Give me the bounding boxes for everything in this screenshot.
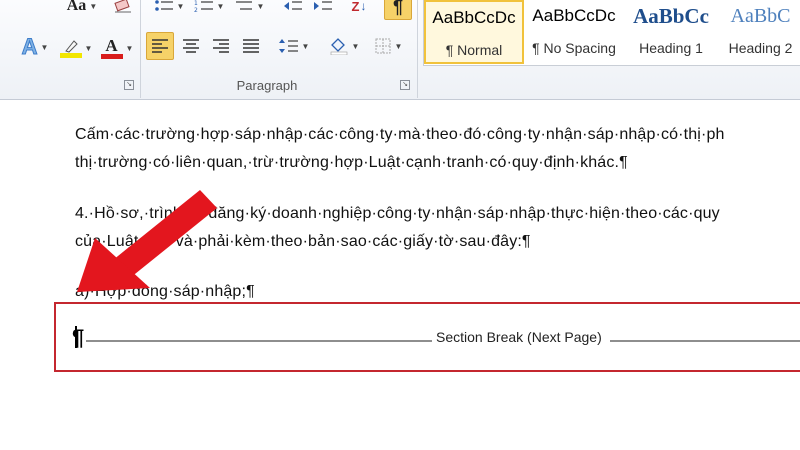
chevron-down-icon: ▼ xyxy=(394,41,403,51)
chevron-down-icon: ▼ xyxy=(256,1,265,11)
increase-indent-button[interactable] xyxy=(310,0,336,18)
increase-indent-icon xyxy=(314,1,332,10)
chevron-down-icon: ▼ xyxy=(40,42,49,52)
style-label: ¶ Normal xyxy=(445,42,503,58)
justify-icon xyxy=(243,39,259,53)
font-color-button[interactable]: A ▼ xyxy=(98,34,136,62)
justify-button[interactable] xyxy=(237,32,265,60)
style-preview: AaBbCcDc xyxy=(532,6,616,25)
paint-bucket-icon xyxy=(330,38,347,55)
group-divider xyxy=(140,0,141,98)
chevron-down-icon: ▼ xyxy=(216,1,225,11)
text-effects-button[interactable]: A ▼ xyxy=(16,34,54,60)
sort-icon: Z xyxy=(351,0,360,14)
font-color-icon: A xyxy=(105,35,118,55)
chevron-down-icon: ▼ xyxy=(84,43,93,53)
text-effects-icon: A xyxy=(21,34,38,60)
chevron-down-icon: ▼ xyxy=(176,1,185,11)
highlighter-icon xyxy=(64,39,78,53)
paragraph-dialog-launcher-icon[interactable]: ↘ xyxy=(400,80,410,90)
style-label: Heading 1 xyxy=(639,40,703,56)
chevron-down-icon: ▼ xyxy=(301,41,310,51)
sort-button[interactable]: Z ↓ xyxy=(346,0,372,18)
decrease-indent-button[interactable] xyxy=(280,0,306,18)
show-formatting-marks-button[interactable]: ¶ xyxy=(384,0,412,20)
line-spacing-icon xyxy=(278,39,298,53)
style-normal[interactable]: AaBbCcDc ¶ Normal xyxy=(424,0,524,64)
numbering-icon: 1 2 xyxy=(194,0,213,14)
pilcrow-icon: ¶ xyxy=(392,0,403,17)
bullets-icon xyxy=(154,0,173,11)
multilevel-list-button[interactable]: ▼ xyxy=(230,0,268,18)
sort-arrow-icon: ↓ xyxy=(360,0,367,13)
paragraph-line: Cấm·các·trường·hợp·sáp·nhập·các·công·ty·… xyxy=(75,126,725,143)
styles-gallery: AaBbCcDc ¶ Normal AaBbCcDc ¶ No Spacing … xyxy=(423,0,800,66)
style-label: ¶ No Spacing xyxy=(532,40,616,56)
section-break-highlight xyxy=(54,302,800,372)
style-label: Heading 2 xyxy=(728,40,793,56)
align-left-button[interactable] xyxy=(146,32,174,60)
style-heading-1[interactable]: AaBbCc Heading 1 xyxy=(624,0,718,64)
clear-formatting-button[interactable] xyxy=(110,0,136,18)
paragraph-line: 4.·Hồ·sơ,·trình·tự·đăng·ký·doanh·nghiệp·… xyxy=(75,205,720,222)
numbering-button[interactable]: 1 2 ▼ xyxy=(190,0,228,18)
chevron-down-icon: ▼ xyxy=(89,1,98,11)
font-size-glyph: Aa xyxy=(66,0,87,14)
borders-button[interactable]: ▼ xyxy=(368,32,408,60)
font-dialog-launcher-icon[interactable]: ↘ xyxy=(124,80,134,90)
paragraph-group-label: Paragraph xyxy=(236,78,298,93)
text-cursor xyxy=(75,326,77,348)
section-break-line-right xyxy=(610,340,800,342)
highlight-color-swatch xyxy=(59,52,82,58)
group-divider xyxy=(417,0,418,98)
chevron-down-icon: ▼ xyxy=(125,43,134,53)
shading-button[interactable]: ▼ xyxy=(324,32,364,60)
align-center-icon xyxy=(183,39,199,53)
section-break-line-left xyxy=(86,340,432,342)
align-right-icon xyxy=(213,39,229,53)
font-size-dropdown[interactable]: Aa ▼ xyxy=(62,0,102,18)
style-preview: AaBbC xyxy=(730,5,791,27)
font-color-swatch xyxy=(100,53,123,59)
align-right-button[interactable] xyxy=(207,32,235,60)
eraser-icon xyxy=(114,0,131,13)
style-heading-2[interactable]: AaBbC Heading 2 xyxy=(720,0,800,64)
paragraph-line: a)·Hợp·đồng·sáp·nhập;¶ xyxy=(75,283,255,300)
chevron-down-icon: ▼ xyxy=(351,41,360,51)
style-preview: AaBbCc xyxy=(633,4,709,28)
section-break-pilcrow: ¶ xyxy=(72,325,85,350)
paragraph-line: thị·trường·có·liên·quan,·trừ·trường·hợp·… xyxy=(75,154,628,171)
decrease-indent-icon xyxy=(284,1,302,10)
align-left-icon xyxy=(152,39,168,53)
ribbon: Aa ▼ A ▼ ▼ A ▼ ▼ 1 2 ▼ ▼ Z ↓ ¶ ▼ ▼ ▼ Par… xyxy=(0,0,800,100)
style-preview: AaBbCcDc xyxy=(432,8,516,27)
svg-text:1: 1 xyxy=(194,0,198,7)
highlight-color-button[interactable]: ▼ xyxy=(57,34,95,62)
paragraph-line: của·Luật·này·và·phải·kèm·theo·bản·sao·cá… xyxy=(75,233,531,250)
section-break-label: Section Break (Next Page) xyxy=(436,329,602,345)
style-no-spacing[interactable]: AaBbCcDc ¶ No Spacing xyxy=(524,0,624,64)
svg-text:2: 2 xyxy=(194,7,198,14)
bullets-button[interactable]: ▼ xyxy=(150,0,188,18)
borders-icon xyxy=(375,38,391,54)
line-spacing-button[interactable]: ▼ xyxy=(274,32,314,60)
align-center-button[interactable] xyxy=(177,32,205,60)
multilevel-list-icon xyxy=(235,1,252,10)
